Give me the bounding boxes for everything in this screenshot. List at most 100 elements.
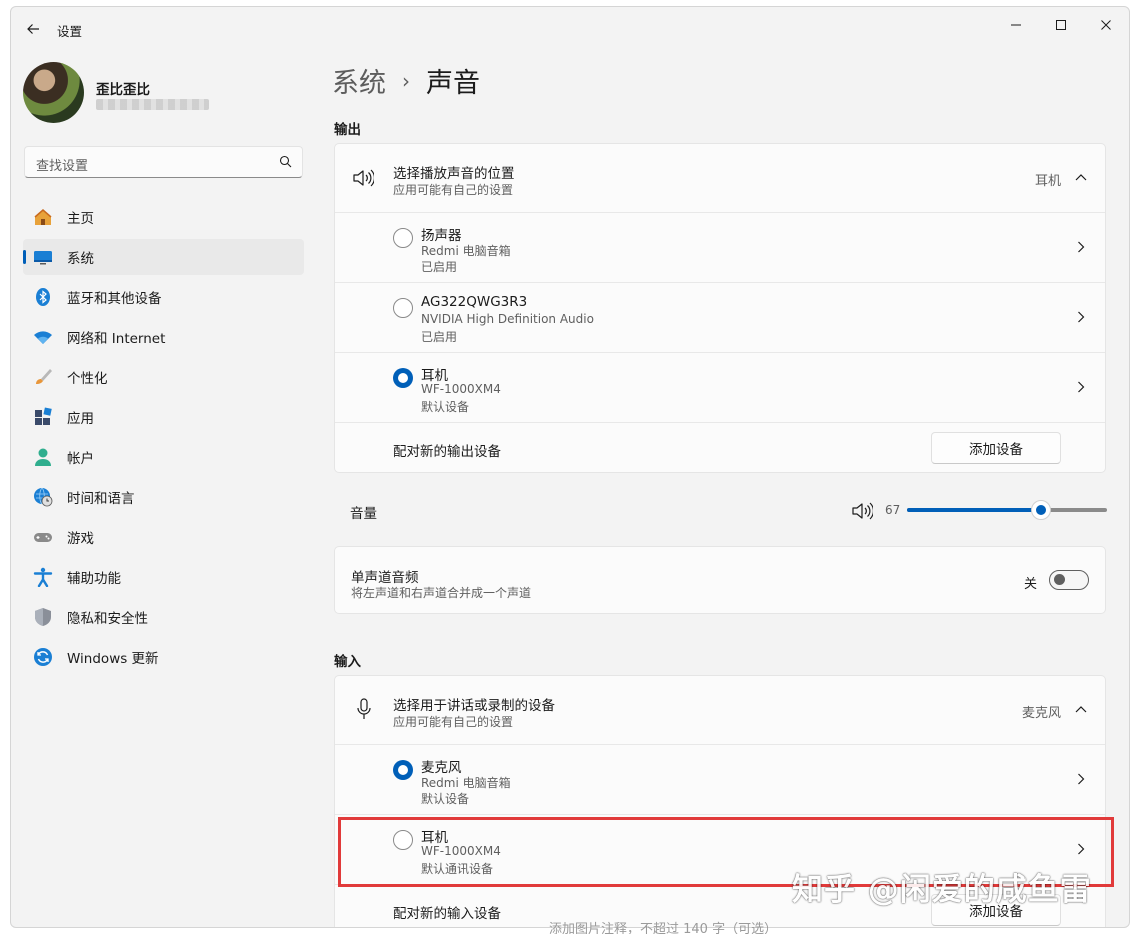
sidebar-item-system[interactable]: 系统 (23, 239, 304, 275)
user-email-blurred (96, 99, 209, 110)
update-icon (33, 647, 53, 667)
sidebar-item-label: 时间和语言 (67, 491, 135, 507)
device-radio[interactable] (393, 228, 413, 248)
sidebar-item-home[interactable]: 主页 (23, 199, 304, 235)
volume-row: 音量 67 (334, 487, 1107, 535)
sidebar-item-label: 系统 (67, 251, 94, 267)
mono-audio-row: 单声道音频 将左声道和右声道合并成一个声道 关 (335, 547, 1105, 613)
sidebar-item-privacy[interactable]: 隐私和安全性 (23, 599, 304, 635)
speaker-icon[interactable] (851, 501, 873, 521)
input-header-title: 选择用于讲话或录制的设备 (393, 698, 555, 714)
output-device-row[interactable]: 扬声器 Redmi 电脑音箱 已启用 (335, 212, 1105, 282)
output-device-row[interactable]: AG322QWG3R3 NVIDIA High Definition Audio… (335, 282, 1105, 352)
input-pair-label: 配对新的输入设备 (393, 906, 501, 922)
minimize-icon (1011, 24, 1021, 26)
chevron-right-icon[interactable] (1077, 773, 1085, 785)
search-input[interactable]: 查找设置 (24, 146, 303, 178)
device-detail: NVIDIA High Definition Audio (421, 312, 594, 326)
device-name: 扬声器 (421, 228, 462, 244)
sidebar-nav: 主页 系统 蓝牙和其他设备 网络和 Internet 个性化 应用 帐户 时间和… (23, 199, 304, 679)
close-button[interactable] (1083, 11, 1129, 39)
maximize-button[interactable] (1038, 11, 1084, 39)
device-status: 已启用 (421, 330, 458, 344)
chevron-up-icon[interactable] (1075, 705, 1087, 713)
accessibility-icon (33, 567, 53, 587)
device-status: 已启用 (421, 260, 458, 274)
device-radio-selected[interactable] (393, 760, 413, 780)
chevron-right-icon[interactable] (1077, 381, 1085, 393)
output-header-row[interactable]: 选择播放声音的位置 应用可能有自己的设置 耳机 (335, 144, 1105, 212)
input-header-subtitle: 应用可能有自己的设置 (393, 715, 514, 729)
sidebar-item-label: 个性化 (67, 371, 108, 387)
breadcrumb-separator: › (402, 68, 410, 93)
image-caption-hint: 添加图片注释，不超过 140 字（可选） (549, 922, 778, 934)
input-header-row[interactable]: 选择用于讲话或录制的设备 应用可能有自己的设置 麦克风 (335, 676, 1105, 744)
add-output-device-button[interactable]: 添加设备 (931, 432, 1061, 464)
chevron-right-icon[interactable] (1077, 311, 1085, 323)
sidebar-item-bluetooth[interactable]: 蓝牙和其他设备 (23, 279, 304, 315)
output-device-row[interactable]: 耳机 WF-1000XM4 默认设备 (335, 352, 1105, 422)
bluetooth-icon (33, 287, 53, 307)
sidebar-item-personalization[interactable]: 个性化 (23, 359, 304, 395)
output-section-title: 输出 (334, 122, 361, 138)
sidebar-item-network[interactable]: 网络和 Internet (23, 319, 304, 355)
globe-clock-icon (33, 487, 53, 507)
sidebar-item-gaming[interactable]: 游戏 (23, 519, 304, 555)
sidebar-item-accessibility[interactable]: 辅助功能 (23, 559, 304, 595)
sidebar-item-label: 网络和 Internet (67, 331, 166, 347)
apps-icon (33, 407, 53, 427)
user-name: 歪比歪比 (96, 82, 150, 98)
watermark: 知乎 @闲爱的咸鱼雷 (792, 872, 1092, 908)
sidebar-item-apps[interactable]: 应用 (23, 399, 304, 435)
volume-slider-thumb[interactable] (1031, 500, 1051, 520)
sidebar-item-time-language[interactable]: 时间和语言 (23, 479, 304, 515)
gamepad-icon (33, 527, 53, 547)
device-name: AG322QWG3R3 (421, 294, 528, 310)
speaker-icon (353, 169, 374, 187)
volume-slider[interactable] (907, 500, 1107, 520)
minimize-button[interactable] (993, 11, 1039, 39)
sidebar-item-label: Windows 更新 (67, 651, 159, 667)
output-header-title: 选择播放声音的位置 (393, 166, 515, 182)
breadcrumb: 系统 › 声音 (332, 61, 480, 100)
breadcrumb-parent[interactable]: 系统 (332, 61, 386, 100)
device-detail: Redmi 电脑音箱 (421, 244, 511, 258)
microphone-icon (357, 698, 371, 719)
input-current-device: 麦克风 (1021, 706, 1061, 721)
device-name: 麦克风 (421, 760, 462, 776)
mono-audio-title: 单声道音频 (351, 570, 419, 586)
back-button[interactable] (21, 17, 45, 41)
device-status: 默认设备 (421, 792, 470, 806)
mono-audio-state: 关 (1023, 577, 1037, 592)
maximize-icon (1056, 20, 1066, 30)
device-radio[interactable] (393, 298, 413, 318)
chevron-up-icon[interactable] (1075, 173, 1087, 181)
search-placeholder: 查找设置 (36, 159, 89, 174)
back-arrow-icon (27, 24, 39, 34)
sidebar-item-label: 蓝牙和其他设备 (67, 291, 162, 307)
home-icon (33, 207, 53, 227)
input-device-row[interactable]: 麦克风 Redmi 电脑音箱 默认设备 (335, 744, 1105, 814)
title-bar: 设置 (11, 7, 1129, 51)
input-section-title: 输入 (334, 654, 361, 670)
mono-audio-card: 单声道音频 将左声道和右声道合并成一个声道 关 (334, 546, 1106, 614)
sidebar-item-accounts[interactable]: 帐户 (23, 439, 304, 475)
wifi-icon (33, 327, 53, 347)
sidebar-item-label: 游戏 (67, 531, 94, 547)
device-status: 默认设备 (421, 400, 470, 414)
sidebar-item-label: 隐私和安全性 (67, 611, 148, 627)
avatar[interactable] (23, 62, 84, 123)
chevron-right-icon[interactable] (1077, 241, 1085, 253)
account-icon (33, 447, 53, 467)
sidebar-item-label: 主页 (67, 211, 94, 227)
output-header-subtitle: 应用可能有自己的设置 (393, 183, 514, 197)
close-icon (1101, 20, 1111, 30)
mono-audio-toggle[interactable] (1049, 570, 1089, 590)
settings-window: 设置 歪比歪比 查找设置 主页 系统 蓝牙和其他设备 网络和 Internet … (10, 6, 1130, 928)
search-icon (279, 155, 292, 168)
volume-slider-fill (907, 508, 1041, 512)
system-icon (33, 247, 53, 267)
device-detail: Redmi 电脑音箱 (421, 776, 511, 790)
sidebar-item-windows-update[interactable]: Windows 更新 (23, 639, 304, 675)
device-radio-selected[interactable] (393, 368, 413, 388)
